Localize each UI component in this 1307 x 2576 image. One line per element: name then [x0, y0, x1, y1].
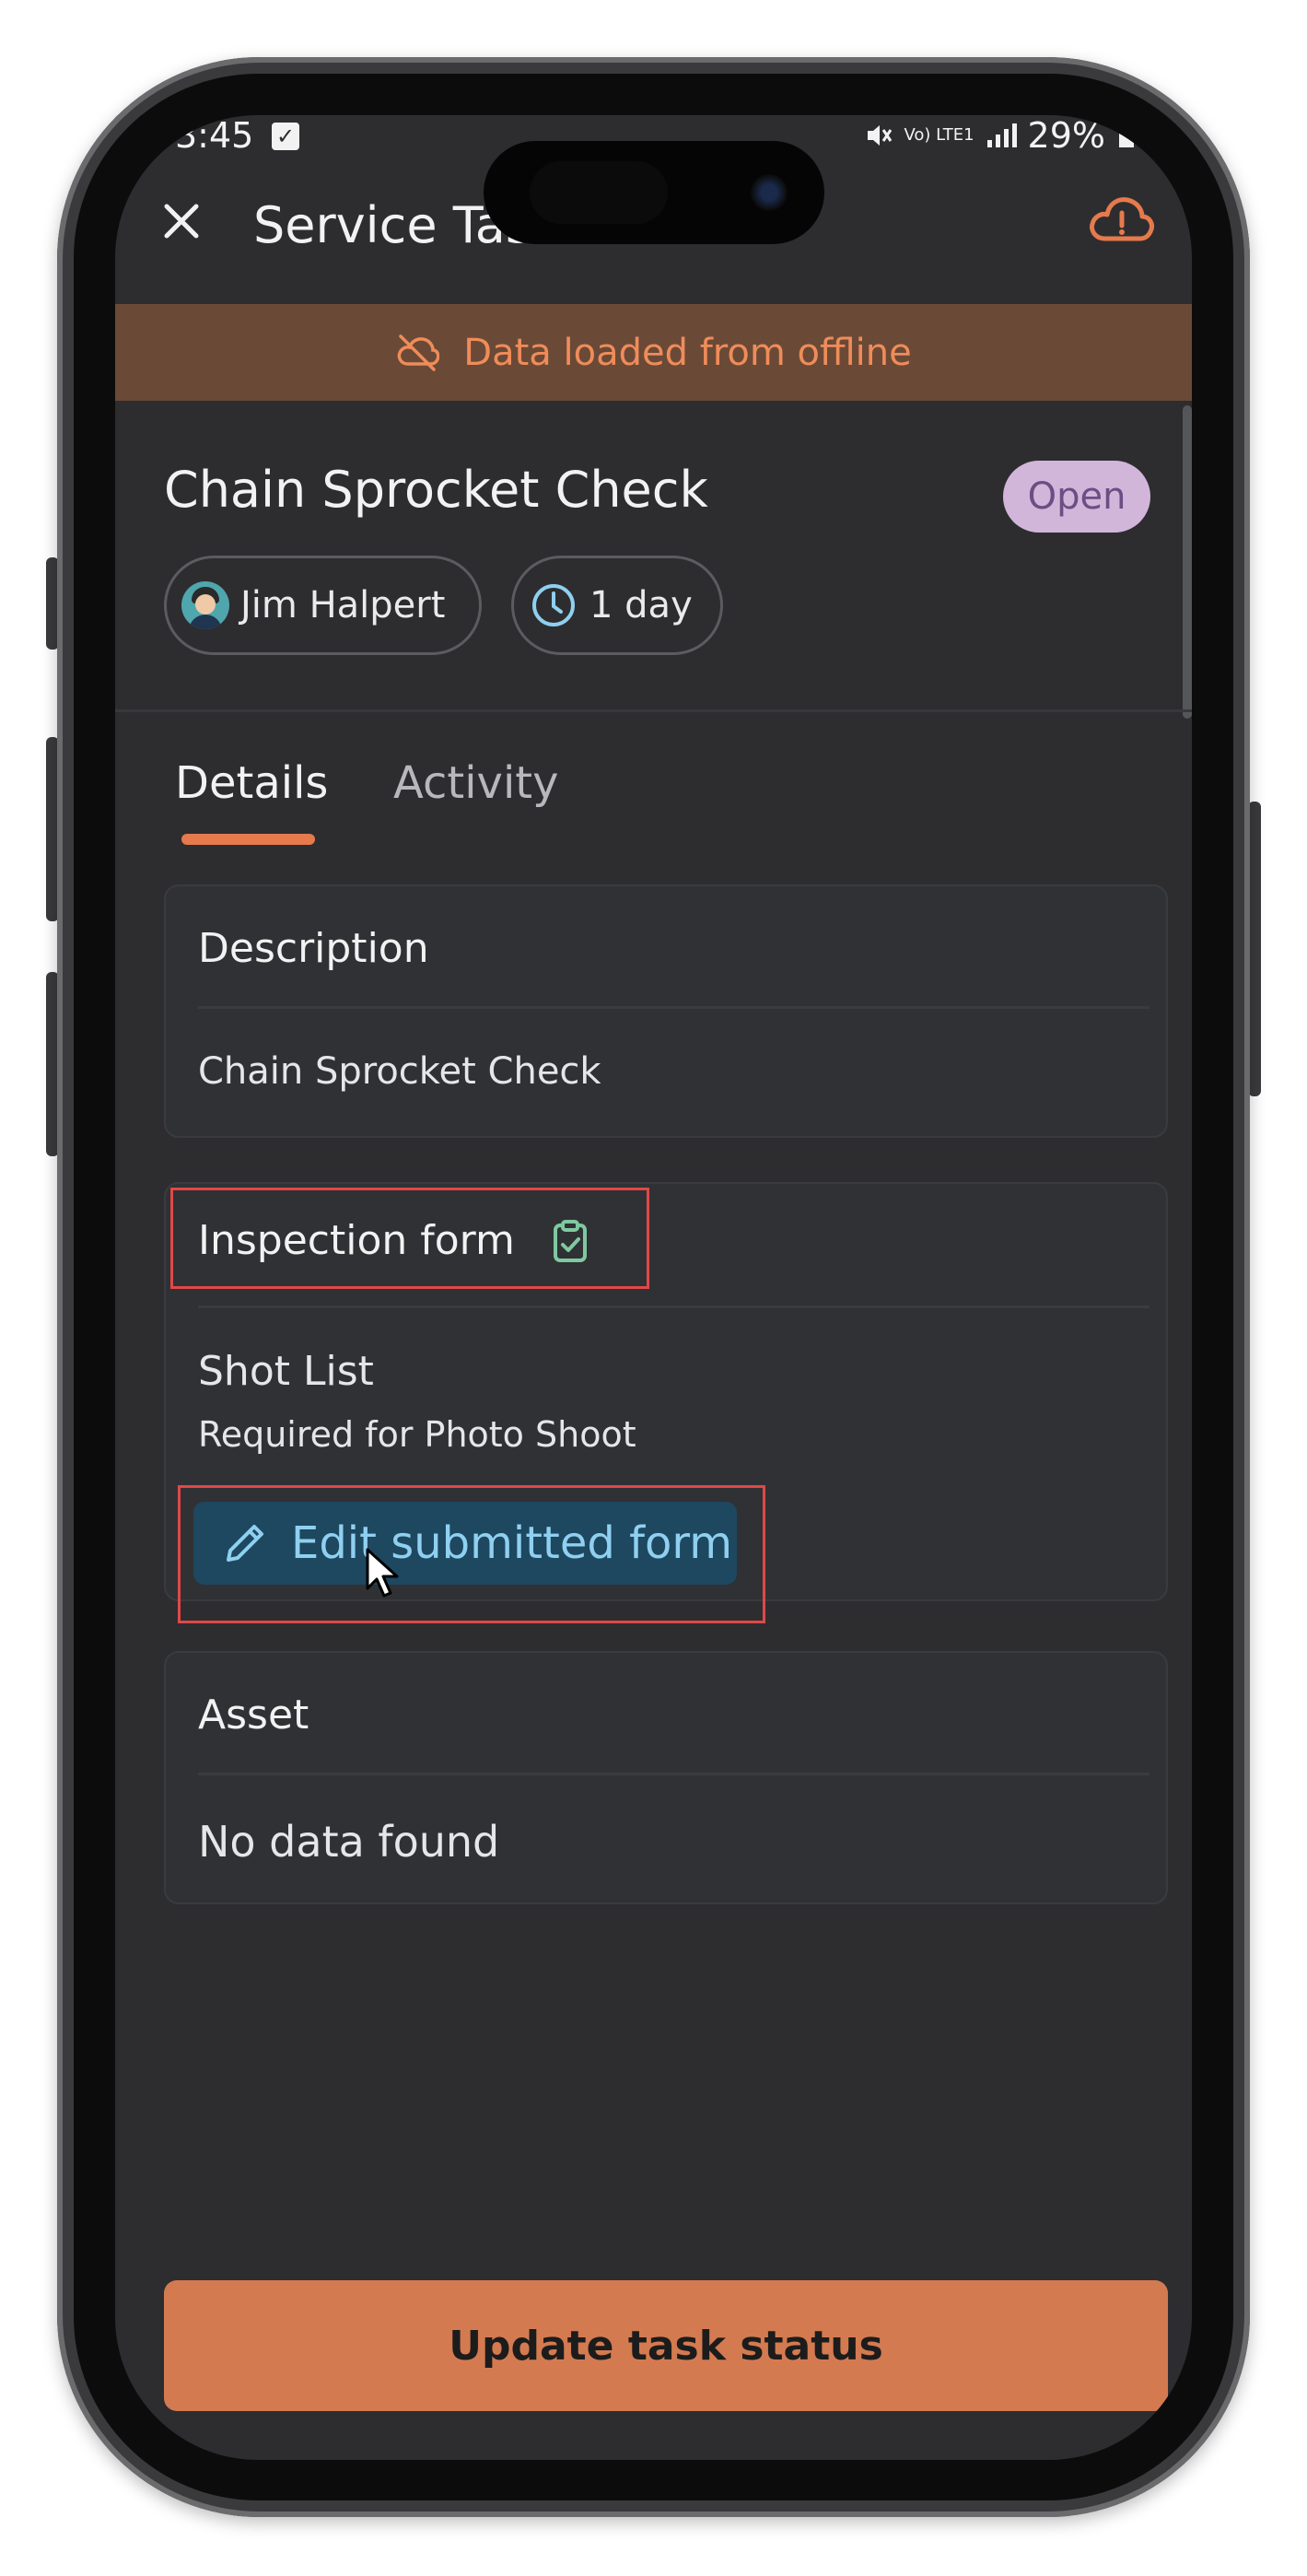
edit-button-highlight [178, 1485, 765, 1623]
offline-banner: Data loaded from offline [115, 304, 1192, 401]
island-sensor [530, 161, 668, 224]
assignee-chip[interactable]: Jim Halpert [164, 556, 482, 655]
mouse-cursor-icon [366, 1548, 399, 1598]
asset-card: Asset No data found [164, 1651, 1168, 1904]
power-button [1248, 802, 1261, 1096]
battery-percent: 29% [1027, 115, 1105, 156]
mute-icon [868, 125, 893, 146]
active-tab-indicator [181, 834, 315, 845]
description-card: Description Chain Sprocket Check [164, 884, 1168, 1138]
update-task-status-label: Update task status [449, 2322, 883, 2370]
network-type: Vo) LTE1 [904, 125, 974, 145]
front-camera [751, 174, 788, 211]
scrollbar[interactable] [1183, 405, 1192, 719]
tab-details[interactable]: Details [175, 757, 328, 809]
status-indicators: Vo) LTE1 29% [865, 115, 1137, 156]
task-title: Chain Sprocket Check [164, 461, 708, 519]
phone-screen: 3:45 ✓ Vo) LTE1 29% Service Task Data lo… [115, 115, 1192, 2460]
inspection-form-separator [198, 1306, 1149, 1308]
duration-label: 1 day [589, 584, 693, 626]
notification-check-icon: ✓ [272, 123, 299, 150]
dynamic-island [484, 141, 824, 244]
clock-icon [532, 584, 575, 626]
battery-icon [1119, 129, 1134, 147]
duration-chip[interactable]: 1 day [511, 556, 723, 655]
form-name: Shot List [198, 1348, 374, 1395]
offline-banner-text: Data loaded from offline [463, 331, 912, 374]
description-text: Chain Sprocket Check [198, 1050, 601, 1093]
description-separator [198, 1006, 1149, 1009]
asset-separator [198, 1773, 1149, 1775]
status-time: 3:45 [175, 115, 254, 156]
form-subtitle: Required for Photo Shoot [198, 1414, 636, 1455]
assignee-name: Jim Halpert [240, 584, 446, 626]
update-task-status-button[interactable]: Update task status [164, 2280, 1168, 2411]
description-title: Description [198, 925, 429, 972]
header-divider [115, 709, 1192, 712]
tab-activity[interactable]: Activity [393, 757, 559, 809]
status-badge: Open [1003, 461, 1150, 533]
cloud-off-icon [397, 334, 440, 371]
asset-empty-text: No data found [198, 1817, 500, 1867]
signal-icon [986, 123, 1017, 147]
asset-title: Asset [198, 1692, 309, 1739]
avatar [181, 581, 229, 629]
cloud-alert-icon[interactable] [1087, 189, 1157, 253]
inspection-form-highlight [170, 1188, 649, 1289]
close-icon[interactable] [154, 193, 209, 249]
